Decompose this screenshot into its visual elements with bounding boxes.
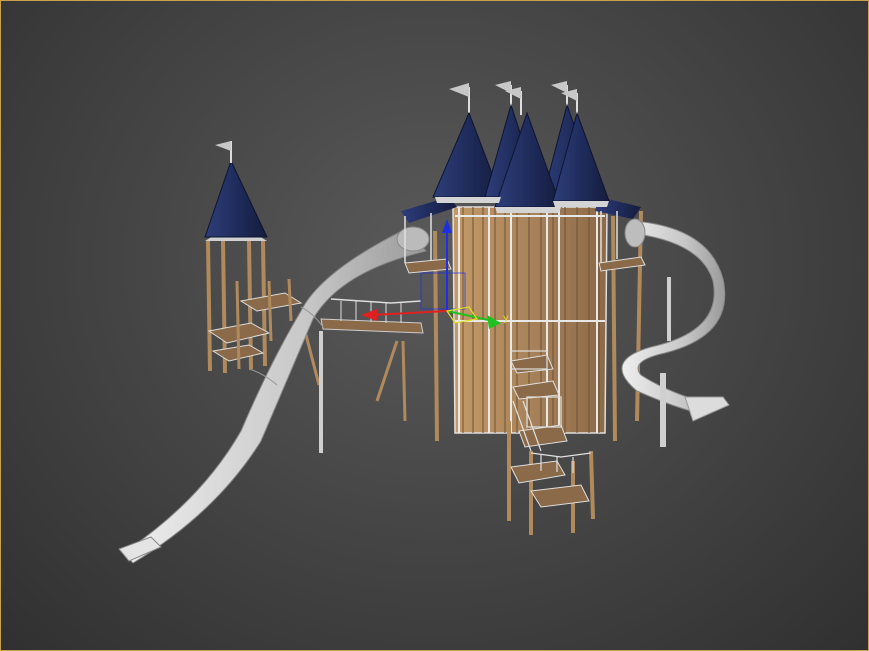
- main-castle: [401, 197, 646, 442]
- gizmo-z-arrow[interactable]: [442, 219, 452, 233]
- castle-turrets: [432, 81, 610, 213]
- left-tower-roof: [204, 159, 268, 238]
- 3d-viewport[interactable]: y: [0, 0, 869, 651]
- straight-slide: [118, 226, 430, 564]
- playground-castle-model[interactable]: y: [1, 1, 869, 651]
- gizmo-y-label: y: [503, 313, 509, 324]
- gizmo-x-arrow[interactable]: [361, 309, 377, 321]
